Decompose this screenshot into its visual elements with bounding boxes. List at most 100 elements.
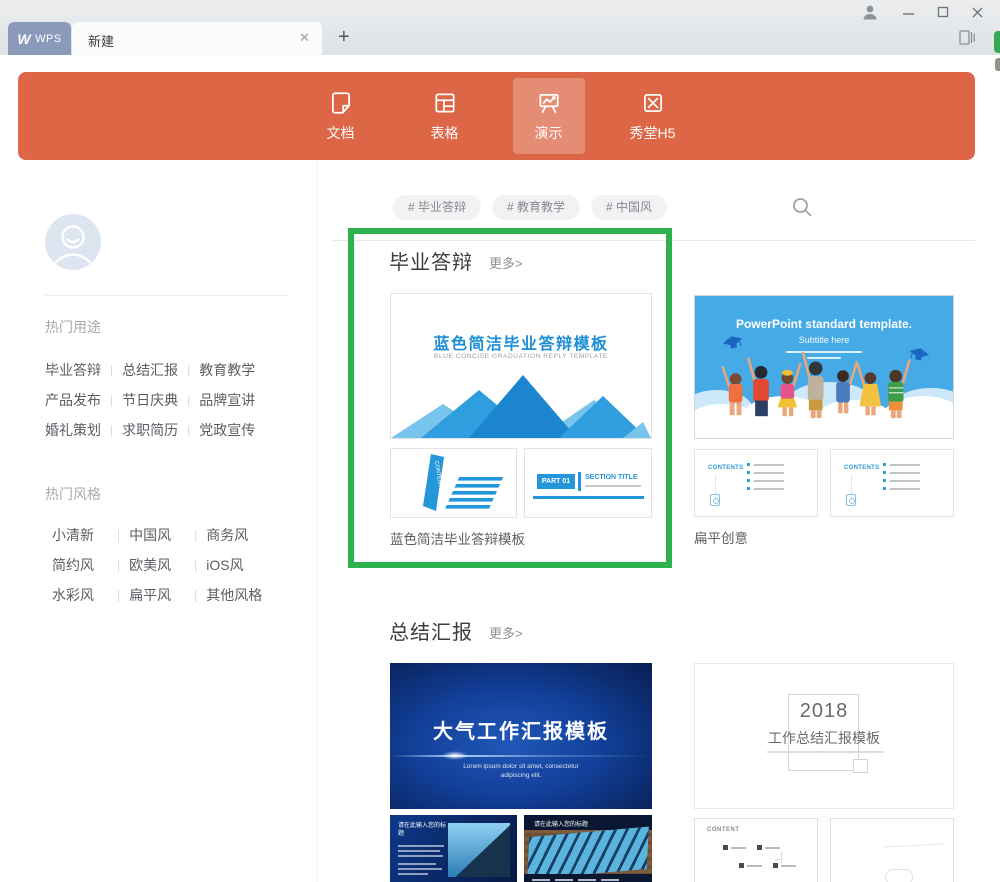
sidebar-link-usage-7[interactable]: 求职简历: [122, 420, 184, 440]
close-window-button[interactable]: [962, 1, 992, 23]
bullet: [773, 863, 778, 868]
thumb-content-orgchart[interactable]: CONTENT: [694, 818, 818, 882]
panels-icon: [958, 29, 976, 46]
app-window: W WPS 新建 ✕ + 文档: [0, 0, 1000, 882]
separator: |: [117, 588, 120, 602]
sidebar-link-usage-4[interactable]: 节日庆典: [122, 390, 184, 410]
table-icon: [432, 90, 458, 116]
content-divider: [316, 160, 317, 882]
maximize-button[interactable]: [928, 1, 958, 23]
bullet: [747, 487, 750, 490]
template-caption[interactable]: 扁平创意: [694, 527, 748, 547]
text-line: [398, 863, 436, 865]
bullet: [883, 479, 886, 482]
footer-strip: [524, 874, 652, 882]
text-line: [890, 480, 920, 482]
section-summary-more[interactable]: 更多>: [489, 623, 523, 642]
sidebar-link-style-1[interactable]: 中国风: [129, 525, 191, 545]
sidebar-link-style-7[interactable]: 扁平风: [129, 585, 191, 605]
thumb-flat-contents-2[interactable]: CONTENTS: [830, 449, 954, 517]
tab-new-document[interactable]: 新建 ✕: [72, 22, 322, 55]
separator: |: [117, 558, 120, 572]
side-panel-toggle[interactable]: [958, 29, 976, 51]
connector-line: [775, 859, 782, 860]
text-line: [585, 485, 641, 487]
sidebar-link-usage-6[interactable]: 婚礼策划: [45, 420, 107, 440]
minimize-button[interactable]: [893, 1, 923, 23]
account-button[interactable]: [855, 1, 885, 23]
children-illustration: [720, 338, 925, 428]
thumb-panels-slide[interactable]: 请在此输入您的标题: [524, 815, 652, 882]
text-line: [532, 879, 550, 881]
section-graduation-more[interactable]: 更多>: [489, 253, 523, 272]
search-button[interactable]: [791, 196, 813, 223]
thumb-flat-contents-1[interactable]: CONTENTS: [694, 449, 818, 517]
light-flare-glow: [442, 751, 468, 760]
sidebar-link-style-8[interactable]: 其他风格: [206, 585, 268, 605]
style-row-3: 水彩风|扁平风|其他风格: [52, 585, 268, 605]
separator: |: [110, 423, 113, 437]
floating-widget-green[interactable]: [994, 31, 1000, 53]
sidebar-link-usage-8[interactable]: 党政宣传: [199, 420, 261, 440]
org-item: [723, 845, 746, 850]
template-blue-graduation-preview[interactable]: 蓝色简洁毕业答辩模板 BLUE CONCISE GRADUATION REPLY…: [390, 293, 652, 439]
sidebar-link-style-3[interactable]: 简约风: [52, 555, 114, 575]
sidebar-link-usage-2[interactable]: 教育教学: [199, 360, 261, 380]
text-line: [890, 464, 920, 466]
template-caption[interactable]: 蓝色简洁毕业答辩模板: [390, 528, 525, 548]
sidebar-link-usage-5[interactable]: 品牌宣讲: [199, 390, 261, 410]
tab-close-icon[interactable]: ✕: [299, 30, 310, 46]
thumb-title: 请在此输入您的标题: [534, 819, 588, 828]
template-2018-preview[interactable]: 2018 工作总结汇报模板: [694, 663, 954, 809]
template-flat-creative-preview[interactable]: PowerPoint standard template. Subtitle h…: [694, 295, 954, 439]
separator: |: [187, 423, 190, 437]
list-item: [883, 471, 920, 474]
text-line: [578, 879, 596, 881]
title-and-tab-bar: W WPS 新建 ✕ +: [0, 0, 1000, 55]
slide-title: PowerPoint standard template.: [695, 317, 953, 331]
thumb-contents-slide[interactable]: CONTENTS: [390, 448, 517, 518]
close-icon: [971, 6, 984, 19]
thumb-part01-slide[interactable]: PART 01 SECTION TITLE: [524, 448, 652, 518]
tab-h5[interactable]: 秀堂H5: [617, 78, 689, 154]
new-tab-button[interactable]: +: [338, 26, 350, 49]
cloud-base: [695, 428, 953, 438]
search-icon: [791, 196, 813, 218]
style-row-2: 简约风|欧美风|iOS风: [52, 555, 268, 575]
separator: |: [194, 528, 197, 542]
text-line: [754, 472, 784, 474]
search-tag-2[interactable]: # 中国风: [591, 195, 667, 220]
user-avatar[interactable]: [45, 214, 101, 270]
search-tag-1[interactable]: # 教育教学: [492, 195, 580, 220]
template-atmosphere-preview[interactable]: 大气工作汇报模板 Lorem ipsum dolor sit amet, con…: [390, 663, 652, 809]
slide-title: 蓝色简洁毕业答辩模板: [391, 330, 651, 354]
sidebar-link-style-5[interactable]: iOS风: [206, 555, 268, 575]
maximize-icon: [937, 6, 949, 18]
sidebar-link-usage-3[interactable]: 产品发布: [45, 390, 107, 410]
sidebar-link-style-2[interactable]: 商务风: [206, 525, 268, 545]
slide-subtitle-line2: adipiscing elit.: [390, 772, 652, 779]
thumb-pyramid-slide[interactable]: 请在此输入您的标 题: [390, 815, 517, 882]
thumb-minimal-slide[interactable]: [830, 818, 954, 882]
sidebar-link-usage-1[interactable]: 总结汇报: [122, 360, 184, 380]
text-line: [781, 865, 796, 867]
separator: |: [194, 588, 197, 602]
small-badge-icon: [846, 494, 856, 506]
search-tag-0[interactable]: # 毕业答辩: [393, 195, 481, 220]
text-line: [601, 879, 619, 881]
content-label: CONTENT: [707, 827, 740, 833]
mountains-graphic: [391, 370, 651, 438]
floating-widget-dark: [995, 58, 1000, 71]
sidebar-link-style-0[interactable]: 小清新: [52, 525, 114, 545]
sidebar-link-style-6[interactable]: 水彩风: [52, 585, 114, 605]
slide-subtitle-line1: Lorem ipsum dolor sit amet, consectetur: [390, 763, 652, 770]
solar-panel-graphic: [527, 827, 649, 880]
wps-home-tab[interactable]: W WPS: [8, 22, 71, 55]
tab-sheets[interactable]: 表格: [409, 78, 481, 154]
sidebar-link-usage-0[interactable]: 毕业答辩: [45, 360, 107, 380]
bullet: [883, 471, 886, 474]
presentation-icon: [536, 90, 562, 116]
sidebar-link-style-4[interactable]: 欧美风: [129, 555, 191, 575]
tab-presentation-active[interactable]: 演示: [513, 78, 585, 154]
tab-docs[interactable]: 文档: [305, 78, 377, 154]
